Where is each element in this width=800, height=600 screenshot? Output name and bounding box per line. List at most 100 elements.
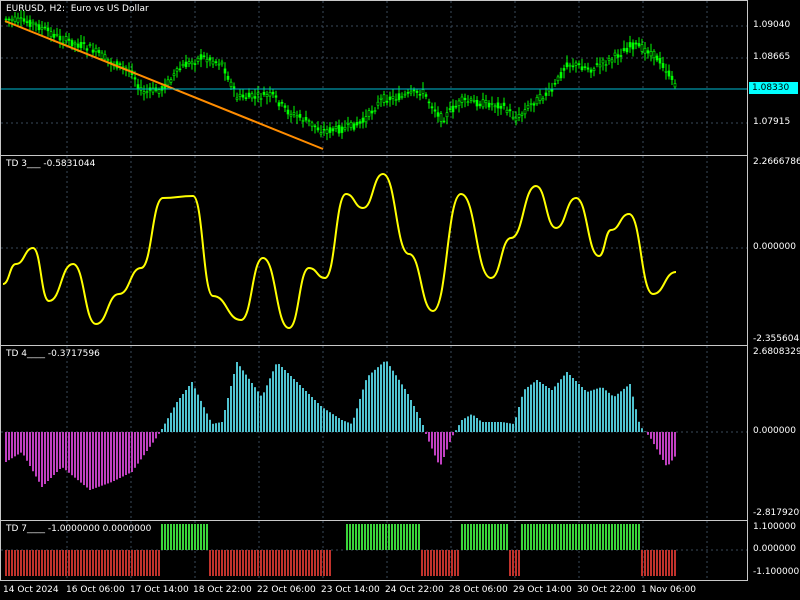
td4-bar (245, 374, 247, 432)
td7-bar-positive (569, 524, 571, 550)
td4-bar (197, 394, 199, 432)
td7-bar-positive (164, 524, 166, 550)
td7-bar-negative (155, 550, 157, 576)
td4-bar (107, 432, 109, 484)
td4-histogram-canvas[interactable] (1, 346, 748, 521)
td3-indicator-pane[interactable]: TD 3___ -0.5831044 (0, 155, 748, 346)
td4-bar (533, 382, 535, 432)
td4-bar (185, 390, 187, 432)
td4-bar (539, 382, 541, 432)
candle-body (307, 120, 311, 122)
td7-indicator-pane[interactable]: TD 7____ -1.0000000 0.0000000 (0, 520, 748, 581)
td7-bar-negative (248, 550, 250, 576)
candle-body (322, 128, 326, 131)
candle-body (538, 94, 542, 101)
td7-bar-negative (251, 550, 253, 576)
td3-axis-label-zero: 0.000000 (753, 242, 796, 252)
candle-body (313, 125, 317, 128)
price-chart-canvas[interactable] (1, 1, 748, 156)
td4-bar (404, 388, 406, 432)
td4-bar (548, 388, 550, 432)
td4-bar (14, 432, 16, 457)
td7-bar-positive (197, 524, 199, 550)
td7-bar-positive (203, 524, 205, 550)
candle-body (91, 49, 95, 53)
td4-bar (365, 380, 367, 432)
td7-bar-positive (560, 524, 562, 550)
td7-bar-positive (632, 524, 634, 550)
td4-bar (167, 418, 169, 432)
td7-bar-positive (506, 524, 508, 550)
td4-bar (401, 384, 403, 432)
candle-body (589, 69, 593, 73)
td4-bar (110, 432, 112, 483)
candle-body (430, 106, 434, 109)
td4-bar (440, 432, 442, 465)
td4-bar (653, 432, 655, 445)
candle-body (496, 102, 500, 109)
candle-body (451, 105, 455, 113)
td7-bar-negative (149, 550, 151, 576)
td7-bar-positive (611, 524, 613, 550)
td4-indicator-pane[interactable]: TD 4____ -0.3717596 (0, 345, 748, 521)
td7-bar-negative (653, 550, 655, 576)
td7-bar-negative (644, 550, 646, 576)
td4-bar (644, 431, 646, 432)
td7-bar-positive (521, 524, 523, 550)
td4-bar (476, 418, 478, 432)
td7-bar-negative (650, 550, 652, 576)
td4-bar (305, 391, 307, 432)
td4-bar (392, 370, 394, 432)
candle-body (13, 16, 17, 22)
td4-bar (506, 422, 508, 432)
candle-body (379, 97, 383, 100)
candle-body (160, 86, 164, 91)
td7-bar-negative (92, 550, 94, 576)
td4-bar (578, 384, 580, 432)
td4-bar (386, 361, 388, 432)
td4-bar (116, 432, 118, 480)
td4-bar (512, 423, 514, 432)
td7-bar-positive (400, 524, 402, 550)
td7-bar-positive (599, 524, 601, 550)
candle-body (133, 77, 137, 80)
candle-body (493, 105, 497, 108)
td4-bar (449, 432, 451, 442)
td7-axis-label-zero: 0.000000 (753, 544, 796, 554)
candle-body (40, 27, 44, 30)
candle-body (424, 94, 428, 97)
candle-body (652, 50, 656, 59)
candle-body (358, 121, 362, 124)
td4-bar (641, 428, 643, 432)
td4-bar (53, 432, 55, 475)
td7-bar-negative (293, 550, 295, 576)
td4-bar (671, 432, 673, 461)
td4-bar (566, 372, 568, 432)
td7-bar-positive (206, 524, 208, 550)
td7-bar-negative (647, 550, 649, 576)
td4-bar (317, 403, 319, 432)
candle-body (58, 35, 62, 41)
candle-body (601, 59, 605, 64)
td4-bar (56, 432, 58, 472)
candle-body (166, 79, 170, 86)
candle-body (400, 96, 404, 98)
td7-bar-negative (287, 550, 289, 576)
candle-body (265, 94, 269, 98)
candle-body (316, 127, 320, 131)
candle-body (106, 59, 110, 61)
td7-bar-positive (470, 524, 472, 550)
td7-bar-negative (122, 550, 124, 576)
td7-bar-negative (227, 550, 229, 576)
candle-body (595, 63, 599, 65)
price-chart-pane[interactable]: EURUSD, H2: Euro vs US Dollar (0, 0, 748, 156)
td7-bar-positive (563, 524, 565, 550)
candle-body (259, 98, 263, 100)
candle-body (28, 19, 32, 27)
candle-body (331, 128, 335, 132)
td3-line-canvas[interactable] (1, 156, 748, 346)
td7-bar-positive (191, 524, 193, 550)
td7-bar-negative (113, 550, 115, 576)
candle-body (196, 57, 200, 62)
td4-bar (584, 390, 586, 432)
